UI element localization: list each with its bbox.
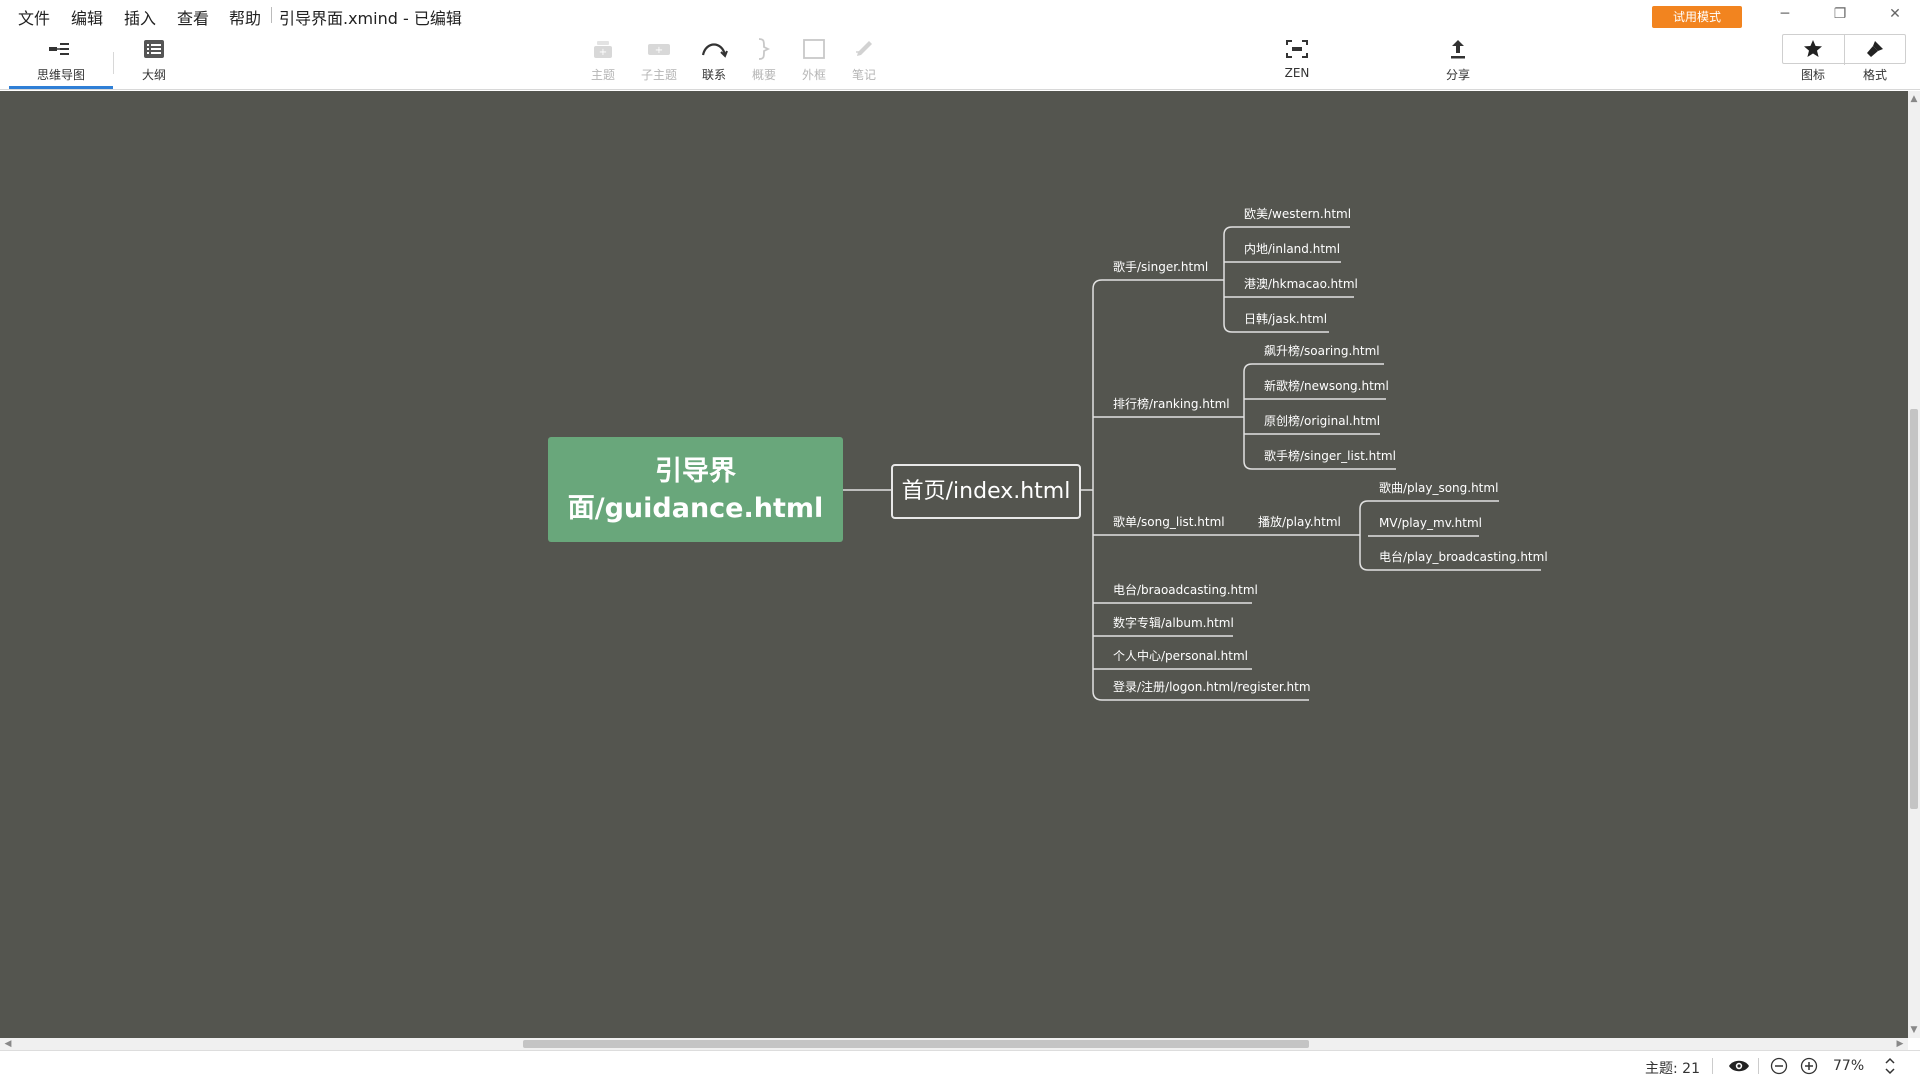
topic-singer-list[interactable]: 歌手榜/singer_list.html bbox=[1264, 449, 1396, 463]
menu-separator bbox=[271, 7, 272, 23]
main-topic[interactable]: 首页/index.html bbox=[891, 464, 1081, 519]
menu-view[interactable]: 查看 bbox=[177, 5, 209, 29]
topic-western[interactable]: 欧美/western.html bbox=[1244, 207, 1351, 221]
toolbar: 思维导图 大纲 + 主题 + 子主题 联系 概要 外框 笔记 ZEN 分享 图标… bbox=[0, 30, 1920, 90]
note-label: 笔记 bbox=[851, 68, 876, 82]
topic-button[interactable]: + 主题 bbox=[573, 36, 633, 83]
status-separator bbox=[1758, 1058, 1759, 1074]
zoom-level[interactable]: 77% bbox=[1833, 1058, 1864, 1074]
scroll-up-icon[interactable]: ▲ bbox=[1908, 93, 1920, 105]
topic-soaring[interactable]: 飙升榜/soaring.html bbox=[1264, 344, 1380, 358]
topic-jask[interactable]: 日韩/jask.html bbox=[1244, 312, 1327, 326]
zoom-chevron-updown-icon[interactable] bbox=[1878, 1054, 1902, 1078]
topic-ranking[interactable]: 排行榜/ranking.html bbox=[1113, 397, 1230, 411]
svg-text:+: + bbox=[599, 47, 607, 58]
topic-original[interactable]: 原创榜/original.html bbox=[1264, 414, 1380, 428]
trial-mode-button[interactable]: 试用模式 bbox=[1652, 6, 1742, 28]
minimize-icon[interactable]: ─ bbox=[1765, 2, 1805, 26]
topic-play[interactable]: 播放/play.html bbox=[1258, 515, 1341, 529]
note-button[interactable]: 笔记 bbox=[834, 36, 894, 83]
eye-icon[interactable] bbox=[1727, 1054, 1751, 1078]
topic-personal[interactable]: 个人中心/personal.html bbox=[1113, 649, 1248, 663]
zoom-in-icon[interactable] bbox=[1797, 1054, 1821, 1078]
zen-label: ZEN bbox=[1284, 66, 1310, 80]
topic-broadcasting[interactable]: 电台/braoadcasting.html bbox=[1113, 583, 1258, 597]
menu-edit[interactable]: 编辑 bbox=[71, 5, 103, 29]
outline-icon bbox=[124, 36, 184, 62]
scroll-down-icon[interactable]: ▼ bbox=[1908, 1024, 1920, 1036]
status-separator bbox=[1712, 1058, 1713, 1074]
topic-play-song[interactable]: 歌曲/play_song.html bbox=[1379, 481, 1498, 495]
topic-hkmacao[interactable]: 港澳/hkmacao.html bbox=[1244, 277, 1358, 291]
root-topic[interactable]: 引导界面/guidance.html bbox=[548, 437, 843, 542]
horizontal-scroll-thumb[interactable] bbox=[523, 1040, 1309, 1048]
topic-logon-register[interactable]: 登录/注册/logon.html/register.htm bbox=[1113, 680, 1311, 694]
document-title: 引导界面.xmind - 已编辑 bbox=[279, 9, 462, 28]
restore-icon[interactable]: ❐ bbox=[1820, 2, 1860, 26]
mindmap-label: 思维导图 bbox=[36, 68, 85, 82]
menu-bar: 文件 编辑 插入 查看 帮助 引导界面.xmind - 已编辑 试用模式 ─ ❐… bbox=[0, 0, 1920, 30]
star-icon bbox=[1783, 36, 1843, 62]
connector-lines bbox=[843, 226, 1541, 701]
scroll-right-icon[interactable]: ▶ bbox=[1894, 1038, 1906, 1050]
outline-label: 大纲 bbox=[141, 68, 166, 82]
svg-text:+: + bbox=[655, 45, 663, 56]
format-brush-icon bbox=[1845, 36, 1905, 62]
menu-help[interactable]: 帮助 bbox=[229, 5, 261, 29]
horizontal-scrollbar[interactable]: ◀ ▶ bbox=[0, 1038, 1908, 1050]
menu-insert[interactable]: 插入 bbox=[124, 5, 156, 29]
topic-inland[interactable]: 内地/inland.html bbox=[1244, 242, 1340, 256]
active-tab-indicator bbox=[9, 86, 113, 89]
topic-play-mv[interactable]: MV/play_mv.html bbox=[1379, 516, 1482, 530]
topic-newsong[interactable]: 新歌榜/newsong.html bbox=[1264, 379, 1389, 393]
topic-label: 主题 bbox=[590, 68, 615, 82]
topic-album[interactable]: 数字专辑/album.html bbox=[1113, 616, 1234, 630]
topic-singer[interactable]: 歌手/singer.html bbox=[1113, 260, 1208, 274]
topic-play-broadcasting[interactable]: 电台/play_broadcasting.html bbox=[1379, 550, 1548, 564]
vertical-scroll-thumb[interactable] bbox=[1910, 409, 1918, 809]
zoom-out-icon[interactable] bbox=[1767, 1054, 1791, 1078]
topic-icon: + bbox=[573, 36, 633, 62]
share-label: 分享 bbox=[1445, 68, 1470, 82]
scroll-left-icon[interactable]: ◀ bbox=[2, 1038, 14, 1050]
format-panel-button[interactable]: 格式 bbox=[1845, 36, 1905, 83]
vertical-scrollbar[interactable]: ▲ ▼ bbox=[1908, 91, 1920, 1038]
mindmap-view-tab[interactable]: 思维导图 bbox=[31, 36, 91, 83]
outline-view-tab[interactable]: 大纲 bbox=[124, 36, 184, 83]
status-bar: 主题: 21 77% bbox=[0, 1050, 1920, 1080]
subtopic-icon: + bbox=[629, 36, 689, 62]
format-panel-label: 格式 bbox=[1862, 68, 1887, 82]
close-icon[interactable]: ✕ bbox=[1875, 2, 1915, 26]
menu-file[interactable]: 文件 bbox=[18, 5, 50, 29]
note-pen-icon bbox=[834, 36, 894, 62]
toolbar-divider bbox=[113, 52, 114, 74]
mindmap-icon bbox=[31, 36, 91, 62]
share-button[interactable]: 分享 bbox=[1428, 36, 1488, 83]
icon-panel-button[interactable]: 图标 bbox=[1783, 36, 1843, 83]
zen-button[interactable]: ZEN bbox=[1267, 36, 1327, 80]
topic-song-list[interactable]: 歌单/song_list.html bbox=[1113, 515, 1225, 529]
subtopic-label: 子主题 bbox=[640, 68, 677, 82]
share-upload-icon bbox=[1428, 36, 1488, 62]
mindmap-canvas[interactable]: 引导界面/guidance.html 首页/index.html 歌手/sing… bbox=[0, 91, 1908, 1038]
icon-panel-label: 图标 bbox=[1800, 68, 1825, 82]
zen-fullscreen-icon bbox=[1267, 36, 1327, 62]
topic-count: 主题: 21 bbox=[1645, 1061, 1700, 1077]
subtopic-button[interactable]: + 子主题 bbox=[629, 36, 689, 83]
